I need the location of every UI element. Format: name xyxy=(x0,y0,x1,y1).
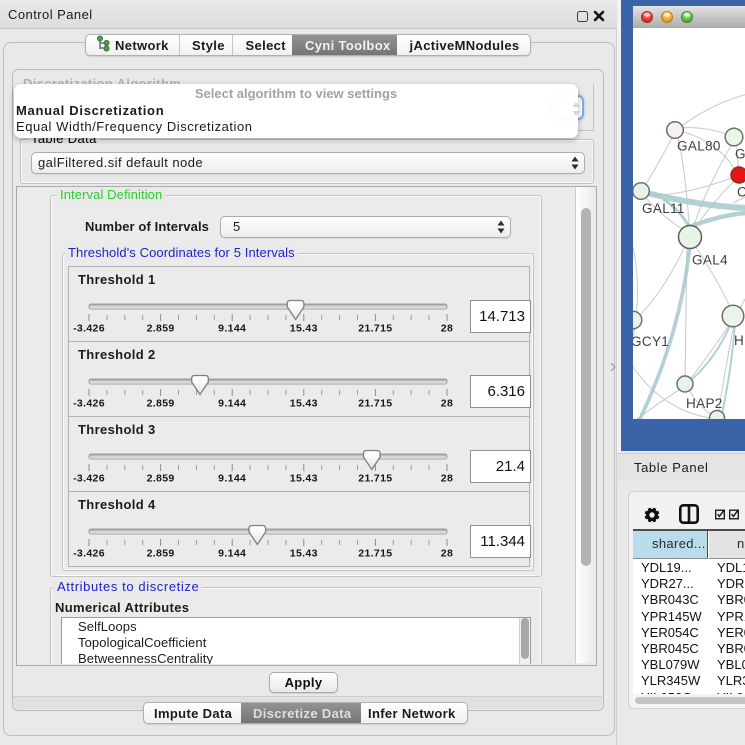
svg-text:-3.426: -3.426 xyxy=(73,548,105,560)
svg-text:28: 28 xyxy=(441,473,453,485)
svg-text:28: 28 xyxy=(441,323,453,335)
svg-text:2.859: 2.859 xyxy=(147,548,175,560)
svg-text:15.43: 15.43 xyxy=(290,398,318,410)
svg-text:H: H xyxy=(734,333,744,348)
svg-text:2.859: 2.859 xyxy=(147,398,175,410)
svg-text:HAP2: HAP2 xyxy=(686,396,723,411)
svg-text:9.144: 9.144 xyxy=(218,473,246,485)
svg-text:9.144: 9.144 xyxy=(218,548,246,560)
svg-text:21.715: 21.715 xyxy=(358,473,392,485)
svg-text:21.715: 21.715 xyxy=(358,548,392,560)
svg-text:GA: GA xyxy=(735,147,745,162)
svg-text:2.859: 2.859 xyxy=(147,323,175,335)
svg-text:9.144: 9.144 xyxy=(218,323,246,335)
svg-text:9.144: 9.144 xyxy=(218,398,246,410)
svg-text:2.859: 2.859 xyxy=(147,473,175,485)
svg-text:15.43: 15.43 xyxy=(290,548,318,560)
svg-text:GAL4: GAL4 xyxy=(692,253,728,268)
svg-text:-3.426: -3.426 xyxy=(73,473,105,485)
svg-text:GAL11: GAL11 xyxy=(642,201,685,216)
svg-text:GCY1: GCY1 xyxy=(633,334,669,349)
svg-text:15.43: 15.43 xyxy=(290,473,318,485)
svg-text:15.43: 15.43 xyxy=(290,323,318,335)
svg-text:21.715: 21.715 xyxy=(358,323,392,335)
svg-text:-3.426: -3.426 xyxy=(73,323,105,335)
svg-text:28: 28 xyxy=(441,398,453,410)
svg-text:21.715: 21.715 xyxy=(358,398,392,410)
svg-text:-3.426: -3.426 xyxy=(73,398,105,410)
svg-text:C: C xyxy=(737,185,745,200)
svg-text:GAL80: GAL80 xyxy=(677,139,721,154)
svg-text:28: 28 xyxy=(441,548,453,560)
